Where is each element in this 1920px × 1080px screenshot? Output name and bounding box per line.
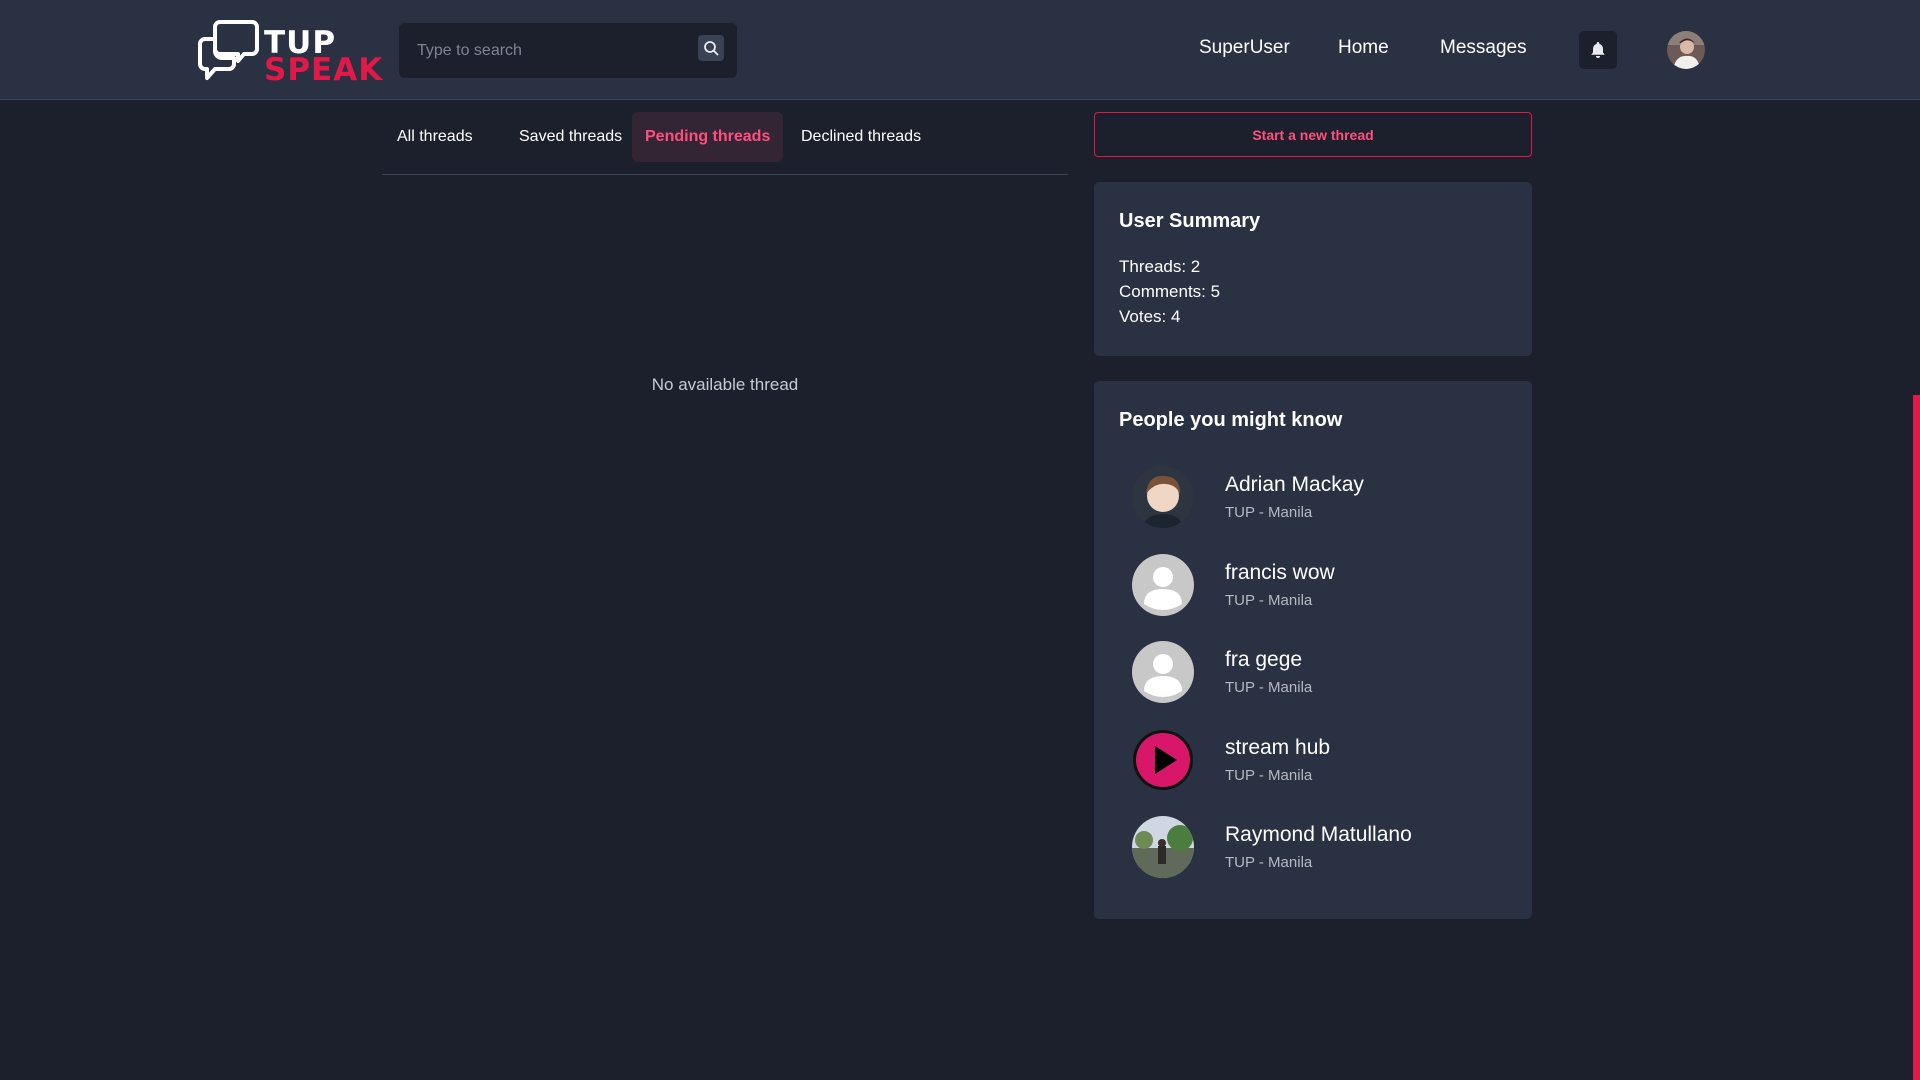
person-item[interactable]: stream hub TUP - Manila [1132, 729, 1512, 793]
default-user-icon [1132, 554, 1194, 616]
search-icon [704, 41, 719, 56]
photo-avatar-icon [1132, 466, 1194, 528]
person-item[interactable]: Raymond Matullano TUP - Manila [1132, 816, 1512, 880]
user-summary-title: User Summary [1119, 210, 1261, 232]
person-item[interactable]: fra gege TUP - Manila [1132, 641, 1512, 705]
chat-bubbles-icon [198, 20, 259, 80]
person-avatar [1132, 554, 1194, 616]
user-avatar[interactable] [1667, 31, 1705, 69]
start-new-thread-button[interactable]: Start a new thread [1094, 112, 1532, 157]
person-name: Raymond Matullano [1225, 823, 1412, 846]
bell-icon [1591, 42, 1605, 58]
people-title: People you might know [1119, 409, 1343, 431]
person-name: Adrian Mackay [1225, 473, 1364, 496]
person-avatar [1132, 466, 1194, 528]
tab-pending-threads[interactable]: Pending threads [632, 112, 784, 162]
empty-thread-message: No available thread [651, 375, 799, 394]
search-button[interactable] [698, 35, 724, 61]
person-name: stream hub [1225, 736, 1331, 759]
person-avatar [1132, 641, 1194, 703]
scrollbar-thumb[interactable] [1913, 395, 1920, 1080]
thread-tabs: All threads Saved threads Pending thread… [382, 112, 1068, 175]
people-you-might-know-card: People you might know Adrian Mackay TUP … [1094, 381, 1532, 919]
person-name: fra gege [1225, 648, 1303, 671]
search-input[interactable] [399, 23, 689, 78]
nav-messages[interactable]: Messages [1440, 37, 1527, 59]
logo-text-speak: SPEAK [264, 52, 384, 88]
profile-photo-icon [1667, 31, 1705, 69]
person-location: TUP - Manila [1225, 854, 1313, 871]
search-bar [399, 23, 737, 78]
person-location: TUP - Manila [1225, 679, 1313, 696]
comments-count: Comments: 5 [1119, 282, 1221, 301]
play-icon [1133, 730, 1193, 790]
tup-speak-logo[interactable]: TUP SPEAK [198, 19, 382, 88]
person-location: TUP - Manila [1225, 592, 1313, 609]
default-user-icon [1132, 641, 1194, 703]
threads-count: Threads: 2 [1119, 257, 1201, 276]
person-item[interactable]: francis wow TUP - Manila [1132, 554, 1512, 618]
person-item[interactable]: Adrian Mackay TUP - Manila [1132, 466, 1512, 530]
user-summary-card: User Summary Threads: 2 Comments: 5 Vote… [1094, 182, 1532, 356]
nav-home[interactable]: Home [1338, 37, 1389, 59]
tab-all-threads[interactable]: All threads [384, 112, 486, 162]
top-navbar: TUP SPEAK SuperUser Home Messages [0, 0, 1920, 100]
person-name: francis wow [1225, 561, 1335, 584]
tab-saved-threads[interactable]: Saved threads [506, 112, 635, 162]
votes-count: Votes: 4 [1119, 307, 1181, 326]
tab-declined-threads[interactable]: Declined threads [788, 112, 934, 162]
person-location: TUP - Manila [1225, 504, 1313, 521]
person-location: TUP - Manila [1225, 767, 1313, 784]
person-avatar [1132, 729, 1194, 791]
person-avatar [1132, 816, 1194, 878]
photo-avatar-icon [1132, 816, 1194, 878]
nav-superuser[interactable]: SuperUser [1199, 37, 1290, 59]
notifications-button[interactable] [1579, 31, 1617, 69]
